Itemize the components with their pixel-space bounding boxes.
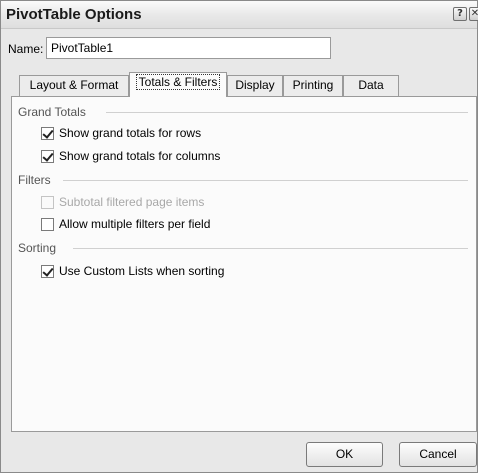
checkbox-label: Allow multiple filters per field	[59, 217, 211, 231]
divider	[63, 180, 468, 181]
group-heading: Grand Totals	[18, 105, 86, 119]
checkbox-box[interactable]	[41, 150, 54, 163]
name-input[interactable]: PivotTable1	[46, 37, 331, 59]
close-icon[interactable]: ✕	[469, 7, 478, 21]
sorting-group: Sorting	[18, 241, 468, 255]
title-bar: PivotTable Options ? ✕	[1, 1, 478, 29]
tab-label: Printing	[292, 78, 334, 92]
tab-display[interactable]: Display	[227, 75, 283, 96]
dialog-title: PivotTable Options	[6, 6, 142, 23]
cancel-button[interactable]: Cancel	[399, 442, 477, 467]
tab-totals-filters[interactable]: Totals & Filters	[129, 72, 227, 97]
tab-label: Display	[235, 78, 275, 92]
checkbox-label: Show grand totals for rows	[59, 126, 202, 140]
grand-totals-group: Grand Totals	[18, 105, 468, 119]
name-label: Name:	[8, 42, 44, 56]
checkbox-label: Use Custom Lists when sorting	[59, 264, 225, 278]
divider	[73, 248, 468, 249]
checkbox-label: Show grand totals for columns	[59, 149, 221, 163]
tab-label: Data	[358, 78, 384, 92]
checkbox-box[interactable]	[41, 127, 54, 140]
help-icon[interactable]: ?	[453, 7, 467, 21]
group-heading: Filters	[18, 173, 51, 187]
divider	[106, 112, 468, 113]
tab-layout-format[interactable]: Layout & Format	[19, 75, 129, 96]
totals-filters-panel: Grand Totals Show grand totals for rows …	[11, 96, 477, 432]
checkbox-label: Subtotal filtered page items	[59, 195, 205, 209]
pivottable-options-dialog: PivotTable Options ? ✕ Name: PivotTable1…	[0, 0, 478, 473]
filters-group: Filters	[18, 173, 468, 187]
checkbox-box[interactable]	[41, 265, 54, 278]
checkbox-box[interactable]	[41, 196, 54, 209]
tab-data[interactable]: Data	[343, 75, 399, 96]
checkbox-box[interactable]	[41, 218, 54, 231]
ok-button[interactable]: OK	[306, 442, 383, 467]
tab-label: Totals & Filters	[135, 74, 221, 90]
tab-printing[interactable]: Printing	[283, 75, 343, 96]
tab-label: Layout & Format	[29, 78, 119, 92]
group-heading: Sorting	[18, 241, 57, 255]
